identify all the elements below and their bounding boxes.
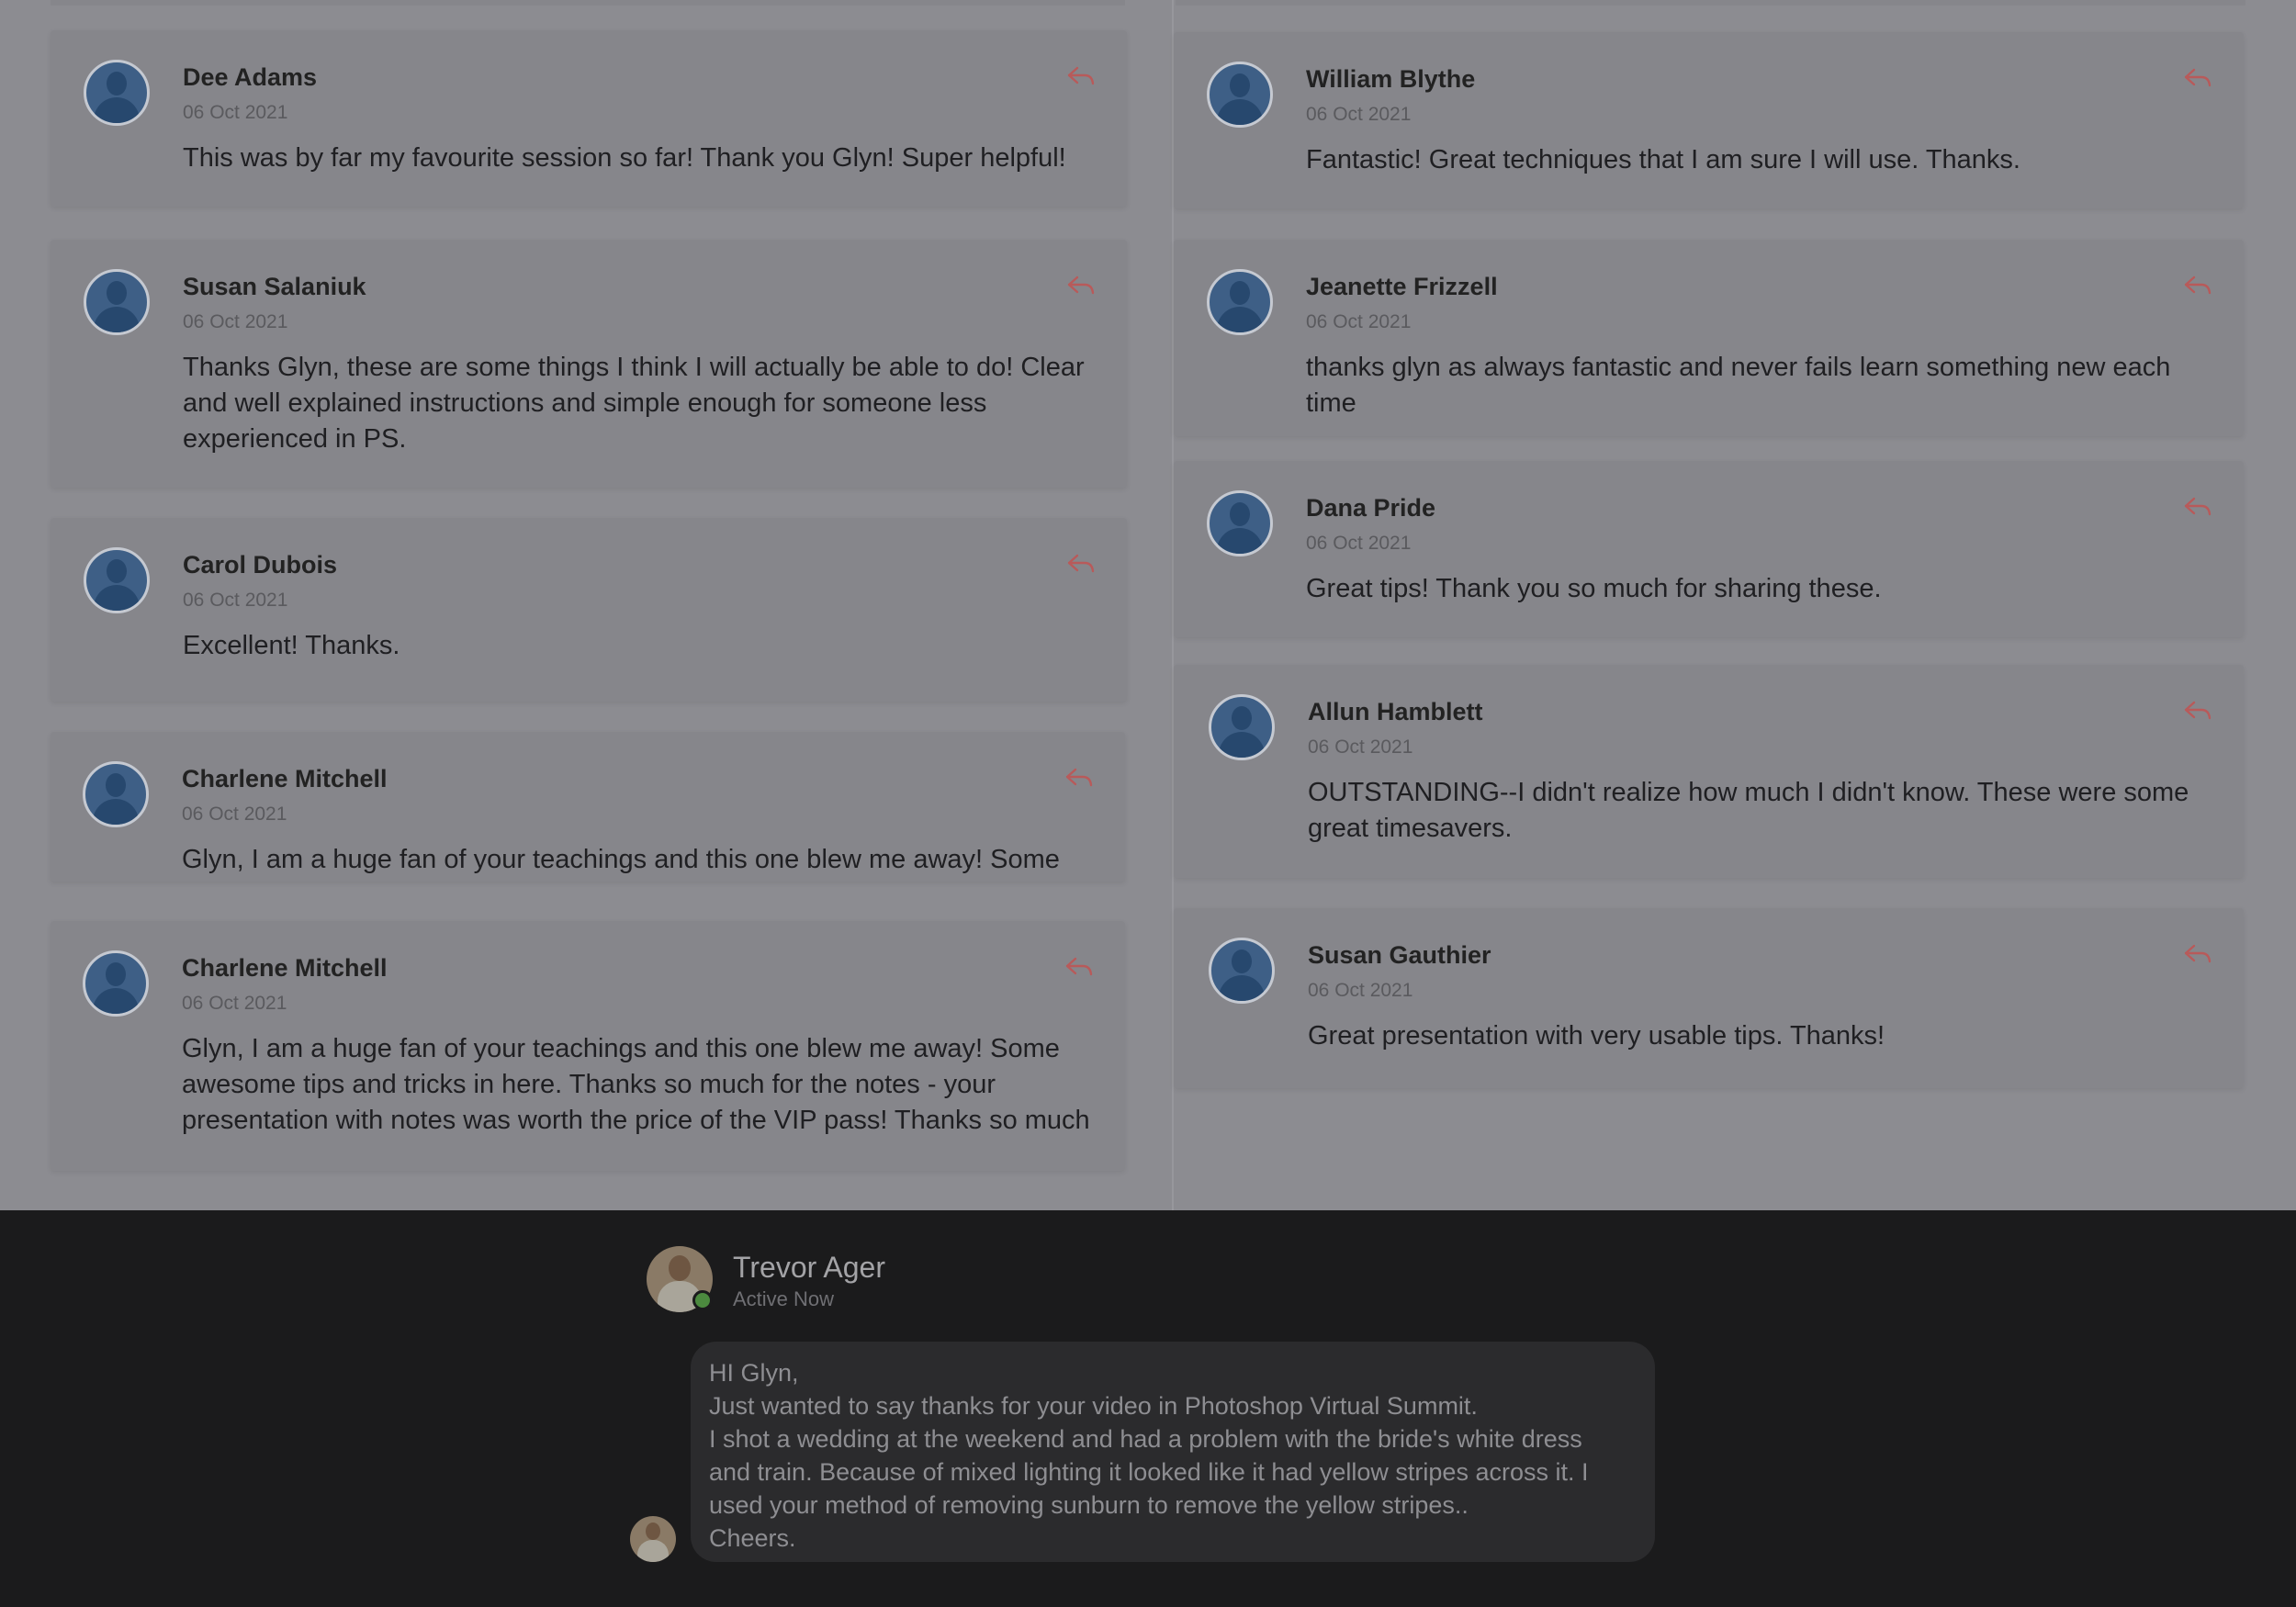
comment-card: Allun Hamblett 06 Oct 2021 OUTSTANDING--… bbox=[1174, 665, 2244, 878]
reply-icon[interactable] bbox=[2183, 700, 2212, 722]
reply-icon[interactable] bbox=[2183, 496, 2212, 518]
reply-icon[interactable] bbox=[1064, 956, 1094, 978]
comment-date: 06 Oct 2021 bbox=[1308, 736, 1413, 758]
comment-author: William Blythe bbox=[1306, 65, 1476, 93]
comments-area: Dee Adams 06 Oct 2021 This was by far my… bbox=[0, 0, 2296, 1210]
comment-author: Jeanette Frizzell bbox=[1306, 273, 1498, 300]
comment-card: Jeanette Frizzell 06 Oct 2021 thanks gly… bbox=[1174, 240, 2244, 436]
comment-date: 06 Oct 2021 bbox=[182, 804, 287, 825]
comment-author: Dana Pride bbox=[1306, 494, 1436, 522]
comment-text: Thanks Glyn, these are some things I thi… bbox=[183, 353, 1085, 454]
message-bubble: HI Glyn, Just wanted to say thanks for y… bbox=[691, 1342, 1655, 1562]
message-line: I shot a wedding at the weekend and had … bbox=[709, 1425, 1582, 1453]
message-line: and train. Because of mixed lighting it … bbox=[709, 1458, 1589, 1486]
comment-card: Dee Adams 06 Oct 2021 This was by far my… bbox=[51, 30, 1127, 207]
comment-text: Fantastic! Great techniques that I am su… bbox=[1306, 145, 2020, 174]
reply-icon[interactable] bbox=[1066, 553, 1096, 575]
message-line: HI Glyn, bbox=[709, 1359, 799, 1387]
comment-card: Carol Dubois 06 Oct 2021 Excellent! Than… bbox=[51, 518, 1127, 702]
comment-author: Charlene Mitchell bbox=[182, 765, 388, 792]
comment-date: 06 Oct 2021 bbox=[1306, 104, 1412, 125]
comment-author: Allun Hamblett bbox=[1308, 698, 1483, 725]
user-avatar-icon bbox=[1207, 269, 1273, 335]
sender-name: Trevor Ager bbox=[733, 1251, 885, 1284]
reply-icon[interactable] bbox=[1064, 767, 1094, 789]
message-sender-avatar bbox=[630, 1516, 676, 1562]
comment-date: 06 Oct 2021 bbox=[183, 311, 288, 332]
user-avatar-icon bbox=[1209, 938, 1275, 1004]
comment-text: Great presentation with very usable tips… bbox=[1308, 1021, 1885, 1051]
comment-author: Carol Dubois bbox=[183, 551, 338, 579]
comment-text: Excellent! Thanks. bbox=[183, 631, 400, 660]
online-status-icon bbox=[692, 1290, 713, 1310]
comment-card: Dana Pride 06 Oct 2021 Great tips! Thank… bbox=[1174, 461, 2244, 637]
reply-icon[interactable] bbox=[2183, 275, 2212, 297]
comment-card: Charlene Mitchell 06 Oct 2021 Glyn, I am… bbox=[51, 732, 1125, 882]
comment-text: Great tips! Thank you so much for sharin… bbox=[1306, 574, 1882, 603]
comment-author: Charlene Mitchell bbox=[182, 954, 388, 982]
previous-card-edge-right bbox=[1176, 0, 2245, 6]
comment-text: OUTSTANDING--I didn't realize how much I… bbox=[1308, 778, 2189, 843]
reply-icon[interactable] bbox=[1066, 65, 1096, 87]
message-line: Cheers. bbox=[709, 1524, 796, 1552]
user-avatar-icon bbox=[84, 547, 150, 613]
message-line: used your method of removing sunburn to … bbox=[709, 1491, 1469, 1519]
reply-icon[interactable] bbox=[2183, 67, 2212, 89]
user-avatar-icon bbox=[1209, 694, 1275, 760]
comment-card: Charlene Mitchell 06 Oct 2021 Glyn, I am… bbox=[51, 921, 1125, 1171]
comment-author: Susan Gauthier bbox=[1308, 941, 1491, 969]
comment-text: This was by far my favourite session so … bbox=[183, 143, 1066, 173]
comment-card: William Blythe 06 Oct 2021 Fantastic! Gr… bbox=[1174, 32, 2244, 208]
user-avatar-icon bbox=[1207, 490, 1273, 556]
comment-author: Dee Adams bbox=[183, 63, 318, 91]
comment-date: 06 Oct 2021 bbox=[182, 993, 287, 1014]
sender-status: Active Now bbox=[733, 1287, 835, 1310]
reply-icon[interactable] bbox=[2183, 943, 2212, 965]
user-avatar-icon bbox=[1207, 62, 1273, 128]
user-avatar-icon bbox=[84, 269, 150, 335]
comment-date: 06 Oct 2021 bbox=[1308, 980, 1413, 1001]
message-line: Just wanted to say thanks for your video… bbox=[709, 1392, 1478, 1420]
comment-card: Susan Salaniuk 06 Oct 2021 Thanks Glyn, … bbox=[51, 240, 1127, 488]
comment-author: Susan Salaniuk bbox=[183, 273, 366, 300]
user-avatar-icon bbox=[83, 950, 149, 1017]
comment-date: 06 Oct 2021 bbox=[1306, 533, 1412, 554]
comment-date: 06 Oct 2021 bbox=[183, 102, 288, 123]
comment-text: Glyn, I am a huge fan of your teachings … bbox=[182, 1034, 1090, 1135]
comment-date: 06 Oct 2021 bbox=[183, 590, 288, 611]
comment-text: thanks glyn as always fantastic and neve… bbox=[1306, 353, 2171, 418]
reply-icon[interactable] bbox=[1066, 275, 1096, 297]
user-avatar-icon bbox=[84, 60, 150, 126]
comment-card: Susan Gauthier 06 Oct 2021 Great present… bbox=[1174, 908, 2244, 1088]
previous-card-edge-left bbox=[51, 0, 1125, 6]
comment-date: 06 Oct 2021 bbox=[1306, 311, 1412, 332]
user-avatar-icon bbox=[83, 761, 149, 827]
comment-text: Glyn, I am a huge fan of your teachings … bbox=[182, 845, 1060, 874]
